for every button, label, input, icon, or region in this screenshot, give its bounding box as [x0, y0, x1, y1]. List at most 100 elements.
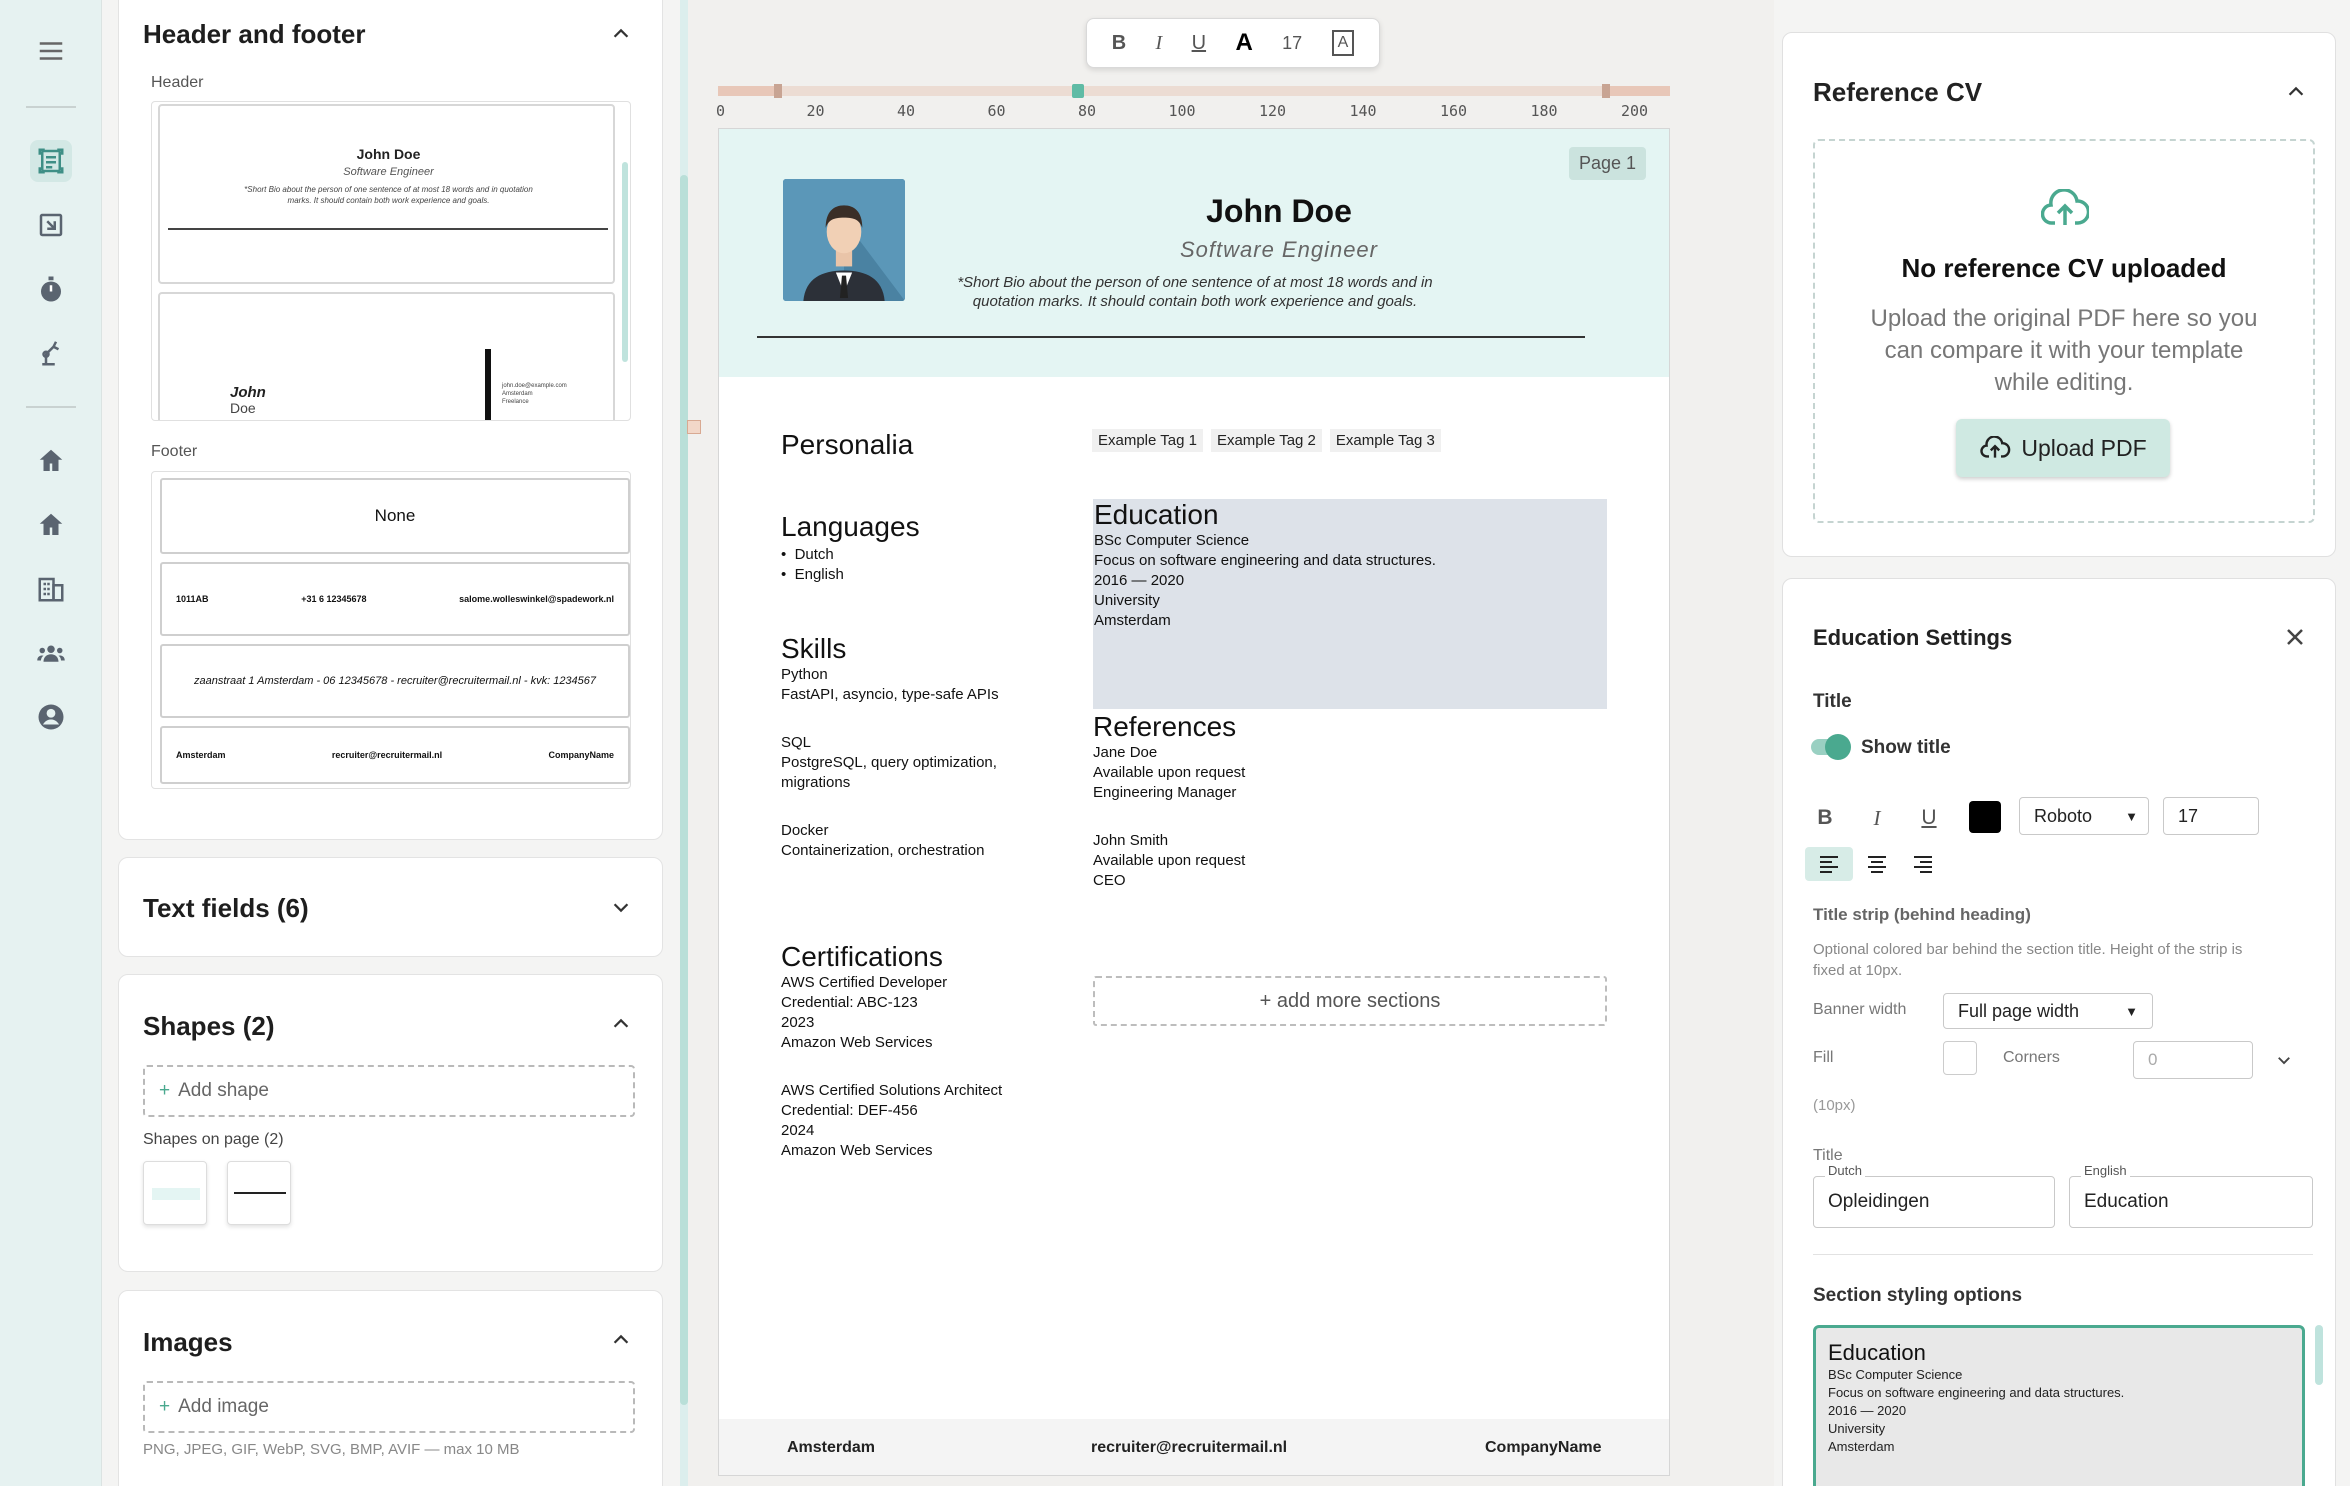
- font-color-button[interactable]: A: [1235, 29, 1252, 57]
- cv-bio[interactable]: *Short Bio about the person of one sente…: [919, 273, 1471, 311]
- languages-heading: Languages: [781, 511, 920, 542]
- font-size-value[interactable]: 17: [1282, 33, 1302, 54]
- styling-option-preview[interactable]: Education BSc Computer Science Focus on …: [1813, 1325, 2305, 1486]
- title-color-swatch[interactable]: [1969, 801, 2001, 833]
- home-icon-2[interactable]: [30, 504, 72, 546]
- profile-photo[interactable]: [783, 179, 905, 301]
- chevron-down-icon[interactable]: [610, 896, 632, 918]
- header-footer-title: Header and footer: [143, 19, 366, 49]
- reference-name: John Smith: [1093, 832, 1169, 849]
- reference-dropzone[interactable]: No reference CV uploaded Upload the orig…: [1813, 139, 2315, 523]
- close-icon[interactable]: [2283, 625, 2307, 649]
- left-panel: Header and footer Header John Doe Softwa…: [102, 0, 680, 1486]
- footer-option-address[interactable]: zaanstraat 1 Amsterdam - 06 12345678 - r…: [160, 644, 630, 718]
- thumbs-scrollbar[interactable]: [622, 162, 628, 362]
- cv-page[interactable]: Page 1 John Doe Software Engineer *Short…: [718, 128, 1670, 1476]
- align-center-icon: [1868, 856, 1886, 873]
- page-badge: Page 1: [1569, 147, 1647, 180]
- show-title-toggle[interactable]: [1811, 734, 1851, 760]
- skills-section[interactable]: Skills Python FastAPI, asyncio, type-saf…: [781, 633, 999, 861]
- thumb2-bar: [485, 349, 491, 420]
- menu-icon[interactable]: [30, 30, 72, 72]
- certifications-heading: Certifications: [781, 941, 943, 972]
- left-panel-scroll-thumb[interactable]: [680, 175, 688, 1405]
- shapes-on-page-label: Shapes on page (2): [143, 1131, 284, 1148]
- right-panel: Reference CV No reference CV uploaded Up…: [1774, 0, 2350, 1486]
- templates-icon[interactable]: [30, 140, 72, 182]
- text-fields-card[interactable]: Text fields (6): [118, 857, 663, 957]
- text-box-button[interactable]: A: [1331, 30, 1355, 56]
- tag-item[interactable]: Example Tag 3: [1329, 429, 1441, 452]
- shape-line-preview: [234, 1192, 286, 1194]
- ruler-tick-label: 120: [1259, 102, 1287, 120]
- header-divider-line[interactable]: [757, 336, 1585, 338]
- banner-width-select[interactable]: Full page width ▼: [1943, 993, 2153, 1029]
- add-shape-button[interactable]: + Add shape: [143, 1065, 635, 1117]
- images-title: Images: [143, 1327, 233, 1357]
- ruler-left-margin: [718, 86, 780, 96]
- corners-input[interactable]: 0: [2133, 1041, 2253, 1079]
- footer-option-contact[interactable]: 1011AB +31 6 12345678 salome.wolleswinke…: [160, 562, 630, 636]
- header-option-split[interactable]: John Doe john.doe@example.com Amsterdam …: [158, 292, 615, 420]
- chevron-up-icon[interactable]: [610, 1329, 632, 1351]
- chevron-up-icon[interactable]: [610, 1013, 632, 1035]
- robot-arm-icon[interactable]: [30, 332, 72, 374]
- header-option-centered[interactable]: John Doe Software Engineer *Short Bio ab…: [158, 104, 615, 284]
- title-underline-button[interactable]: U: [1909, 801, 1949, 835]
- chevron-down-icon[interactable]: [2275, 1051, 2293, 1069]
- corners-label: Corners: [2003, 1049, 2060, 1066]
- styling-scrollbar[interactable]: [2315, 1325, 2323, 1385]
- skill-desc: PostgreSQL, query optimization,: [781, 754, 997, 771]
- cv-footer[interactable]: Amsterdam recruiter@recruitermail.nl Com…: [719, 1419, 1669, 1475]
- chevron-up-icon[interactable]: [610, 23, 632, 45]
- ruler-cursor-handle[interactable]: [1072, 84, 1084, 98]
- italic-button[interactable]: I: [1156, 32, 1163, 55]
- title-font-select[interactable]: Roboto ▼: [2019, 797, 2149, 835]
- ruler-left-handle[interactable]: [774, 84, 782, 98]
- tag-item[interactable]: Example Tag 1: [1092, 429, 1203, 452]
- shape-line-item[interactable]: [227, 1161, 291, 1225]
- title-size-input[interactable]: 17: [2163, 797, 2259, 835]
- team-icon[interactable]: [30, 632, 72, 674]
- shapes-title: Shapes (2): [143, 1011, 275, 1041]
- account-icon[interactable]: [30, 696, 72, 738]
- title-bold-button[interactable]: B: [1805, 801, 1845, 835]
- upload-pdf-button[interactable]: Upload PDF: [1956, 419, 2170, 477]
- education-degree: BSc Computer Science: [1094, 532, 1250, 549]
- import-icon[interactable]: [30, 204, 72, 246]
- education-section[interactable]: Education BSc Computer Science Focus on …: [1093, 499, 1607, 709]
- cv-header[interactable]: Page 1 John Doe Software Engineer *Short…: [719, 129, 1669, 377]
- building-icon[interactable]: [30, 568, 72, 610]
- education-heading: Education: [1094, 499, 1219, 530]
- references-section[interactable]: References Jane Doe Available upon reque…: [1093, 711, 1245, 891]
- certifications-section[interactable]: Certifications AWS Certified Developer C…: [781, 941, 1002, 1161]
- title-italic-button[interactable]: I: [1857, 801, 1897, 835]
- add-more-sections-button[interactable]: + add more sections: [1093, 976, 1607, 1026]
- ruler-right-handle[interactable]: [1602, 84, 1610, 98]
- cv-role[interactable]: Software Engineer: [1079, 237, 1479, 263]
- footer-option-none[interactable]: None: [160, 478, 630, 554]
- ruler-tick-label: 140: [1349, 102, 1377, 120]
- shape-rectangle-item[interactable]: [143, 1161, 207, 1225]
- footer-option-company[interactable]: Amsterdam recruiter@recruitermail.nl Com…: [160, 726, 630, 784]
- timer-icon[interactable]: [30, 268, 72, 310]
- languages-section[interactable]: Languages • Dutch • English: [781, 511, 920, 585]
- cv-name[interactable]: John Doe: [1079, 193, 1479, 230]
- reference-cv-card: Reference CV No reference CV uploaded Up…: [1782, 32, 2336, 557]
- home-icon[interactable]: [30, 440, 72, 482]
- bold-button[interactable]: B: [1112, 32, 1126, 55]
- no-reference-desc: Upload the original PDF here so you can …: [1870, 305, 2258, 396]
- align-center-button[interactable]: [1853, 847, 1901, 881]
- shapes-card: Shapes (2) + Add shape Shapes on page (2…: [118, 974, 663, 1272]
- tag-item[interactable]: Example Tag 2: [1210, 429, 1322, 452]
- english-title-input[interactable]: Education: [2069, 1176, 2313, 1228]
- page-side-handle[interactable]: [687, 420, 701, 434]
- personalia-heading[interactable]: Personalia: [781, 429, 913, 461]
- chevron-up-icon[interactable]: [2285, 81, 2307, 103]
- underline-button[interactable]: U: [1192, 32, 1206, 55]
- align-left-button[interactable]: [1805, 847, 1853, 881]
- fill-color-swatch[interactable]: [1943, 1041, 1977, 1075]
- add-image-button[interactable]: + Add image: [143, 1381, 635, 1433]
- align-right-button[interactable]: [1899, 847, 1947, 881]
- dutch-title-input[interactable]: Opleidingen: [1813, 1176, 2055, 1228]
